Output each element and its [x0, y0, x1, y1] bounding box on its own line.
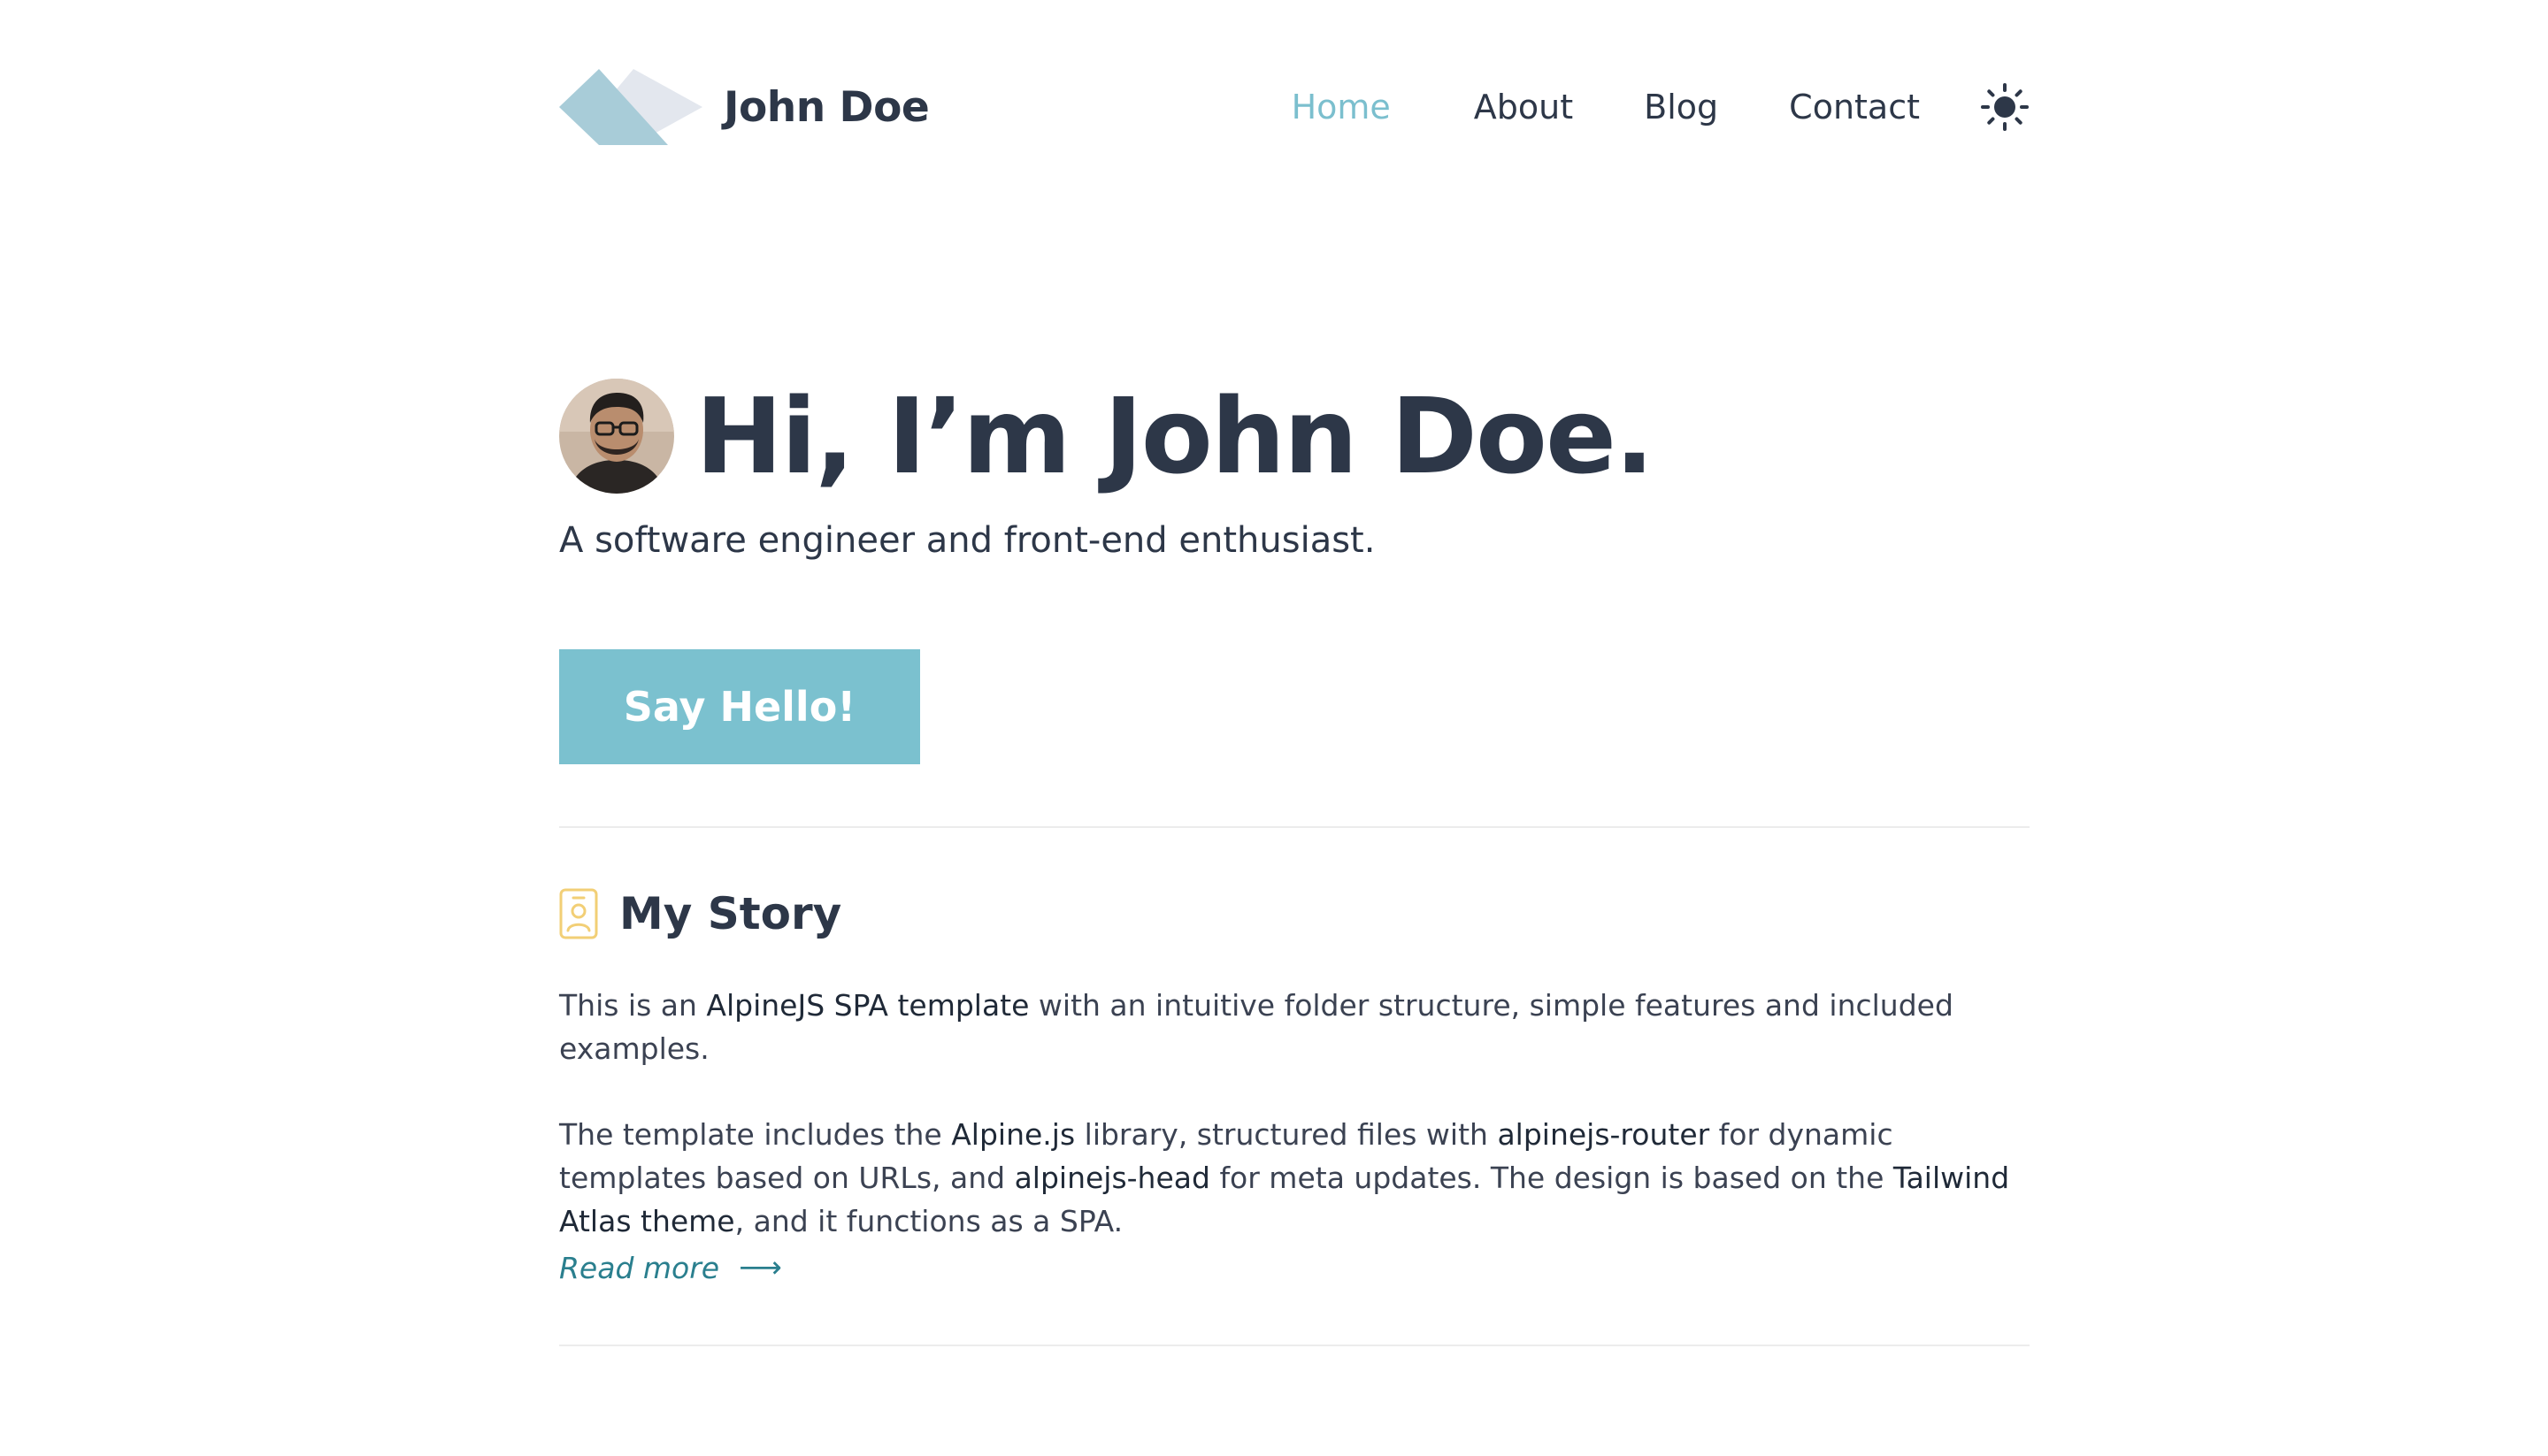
site-header: John Doe Home About Blog Contact [559, 67, 2030, 147]
alpinejs-head-text: alpinejs-head [1014, 1161, 1210, 1195]
text: library, structured files with [1075, 1117, 1498, 1152]
logo-icon [559, 69, 702, 145]
nav-item-about[interactable]: About [1474, 90, 1573, 124]
story-title: My Story [619, 888, 842, 939]
arrow-right-icon: ⟶ [739, 1250, 782, 1285]
hero-title: Hi, I’m John Doe. [695, 375, 1654, 497]
nav-item-contact[interactable]: Contact [1789, 90, 1920, 124]
nav-item-home[interactable]: Home [1278, 90, 1404, 133]
main-nav: Home About Blog Contact [1278, 82, 2030, 133]
story-heading: My Story [559, 888, 2030, 939]
read-more-label: Read more [559, 1251, 720, 1285]
divider [559, 826, 2030, 828]
story-body: This is an AlpineJS SPA template with an… [559, 984, 2030, 1290]
text: The template includes the [559, 1117, 952, 1152]
brand-name: John Doe [724, 82, 930, 132]
text: , and it functions as a SPA. [734, 1204, 1124, 1238]
id-card-icon [559, 888, 598, 939]
divider [559, 1345, 2030, 1346]
read-more-link[interactable]: Read more ⟶ [559, 1246, 782, 1290]
theme-toggle-button[interactable] [1980, 82, 2030, 132]
text: for meta updates. The design is based on… [1209, 1161, 1893, 1195]
hero-subtitle: A software engineer and front-end enthus… [559, 520, 1376, 561]
alpinejs-router-text: alpinejs-router [1497, 1117, 1710, 1152]
brand[interactable]: John Doe [559, 69, 930, 145]
hero-section: Hi, I’m John Doe. A software engineer an… [559, 379, 2030, 764]
my-story-section: My Story This is an AlpineJS SPA templat… [559, 888, 2030, 1290]
sun-icon [1981, 83, 2029, 131]
nav-item-blog[interactable]: Blog [1644, 90, 1718, 124]
alpinejs-text: Alpine.js [951, 1117, 1076, 1152]
alpinejs-spa-template-text: AlpineJS SPA template [706, 988, 1030, 1023]
text: This is an [559, 988, 707, 1023]
hero-title-row: Hi, I’m John Doe. [559, 379, 2030, 494]
avatar [559, 379, 674, 494]
say-hello-button[interactable]: Say Hello! [559, 649, 920, 764]
page: John Doe Home About Blog Contact Hi, I’m… [0, 0, 2548, 1456]
story-paragraph: The template includes the Alpine.js libr… [559, 1113, 2030, 1243]
story-paragraph: This is an AlpineJS SPA template with an… [559, 984, 2030, 1070]
